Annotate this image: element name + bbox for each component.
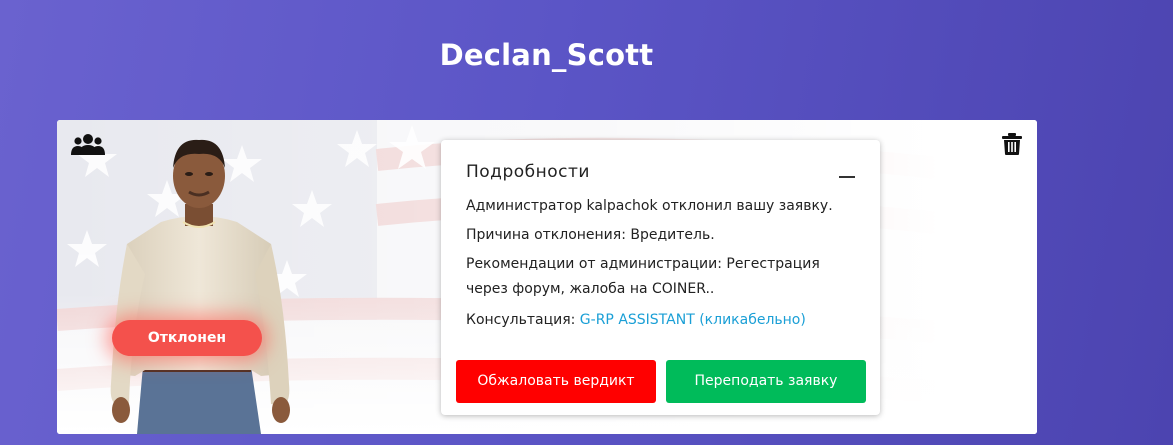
appeal-button[interactable]: Обжаловать вердикт xyxy=(456,360,656,403)
status-badge: Отклонен xyxy=(112,320,262,356)
consultation-link[interactable]: G-RP ASSISTANT (кликабельно) xyxy=(580,312,806,328)
resubmit-button[interactable]: Переподать заявку xyxy=(666,360,866,403)
details-line-reason: Причина отклонения: Вредитель. xyxy=(466,227,715,243)
details-body: Администратор kalpachok отклонил вашу за… xyxy=(466,194,861,339)
consultation-label: Консультация: xyxy=(466,312,576,328)
group-icon xyxy=(71,134,105,155)
details-line-recommendations: Рекомендации от администрации: Регестрац… xyxy=(466,256,820,297)
minus-icon[interactable] xyxy=(839,176,855,178)
trash-icon[interactable] xyxy=(1002,133,1022,155)
details-panel: Подробности Администратор kalpachok откл… xyxy=(441,140,880,415)
details-line-admin: Администратор kalpachok отклонил вашу за… xyxy=(466,198,833,214)
application-card: Отклонен Подробности Администратор kalpa… xyxy=(57,120,1037,434)
details-line-consultation: Консультация: G-RP ASSISTANT (кликабельн… xyxy=(466,308,861,333)
page-title: Declan_Scott xyxy=(439,38,654,72)
character-avatar xyxy=(110,139,290,434)
details-title: Подробности xyxy=(466,162,590,182)
